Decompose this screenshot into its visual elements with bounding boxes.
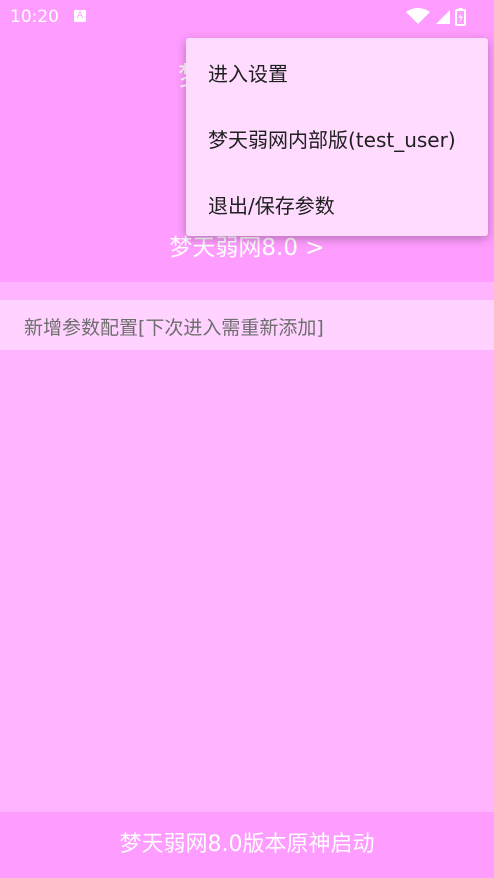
menu-item-exit-save[interactable]: 退出/保存参数 xyxy=(186,170,488,236)
battery-charging-icon xyxy=(455,8,466,26)
launch-button-label: 梦天弱网8.0版本原神启动 xyxy=(119,832,375,857)
status-bar: 10:20 A xyxy=(0,0,494,34)
launch-button[interactable]: 梦天弱网8.0版本原神启动 xyxy=(0,812,494,878)
menu-item-internal-version[interactable]: 梦天弱网内部版(test_user) xyxy=(186,104,488,170)
wifi-icon xyxy=(406,8,430,24)
menu-item-label: 梦天弱网内部版(test_user) xyxy=(208,128,456,152)
menu-item-label: 退出/保存参数 xyxy=(208,194,335,218)
status-time: 10:20 xyxy=(10,7,59,27)
status-icons xyxy=(404,8,484,26)
signal-icon xyxy=(436,10,450,24)
menu-item-settings[interactable]: 进入设置 xyxy=(186,38,488,104)
overflow-menu: 进入设置 梦天弱网内部版(test_user) 退出/保存参数 xyxy=(186,38,488,236)
content-area: 新增参数配置[下次进入需重新添加] xyxy=(0,282,494,812)
add-config-label: 新增参数配置[下次进入需重新添加] xyxy=(24,317,324,339)
add-config-row[interactable]: 新增参数配置[下次进入需重新添加] xyxy=(0,300,494,350)
menu-item-label: 进入设置 xyxy=(208,62,288,86)
notification-icon: A xyxy=(74,10,86,22)
